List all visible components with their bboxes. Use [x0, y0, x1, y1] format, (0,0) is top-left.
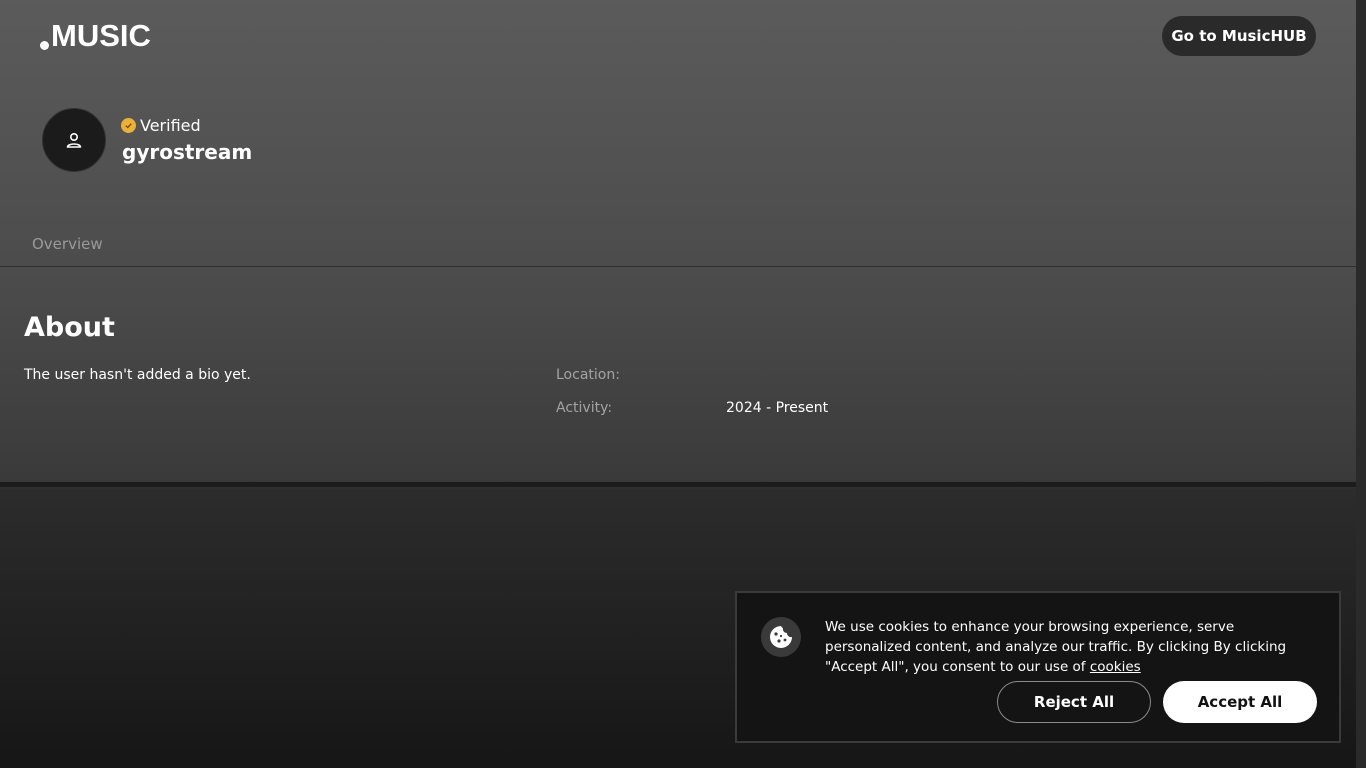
cookie-banner: We use cookies to enhance your browsing …	[735, 591, 1341, 743]
cookie-message-text: We use cookies to enhance your browsing …	[825, 619, 1287, 675]
verified-row: Verified	[122, 115, 201, 135]
location-label: Location:	[556, 367, 620, 383]
go-to-musichub-button[interactable]: Go to MusicHUB	[1162, 16, 1316, 56]
accept-all-button[interactable]: Accept All	[1163, 681, 1317, 723]
cookie-icon	[761, 617, 801, 657]
activity-value: 2024 - Present	[726, 400, 829, 416]
profile-page: MUSIC Go to MusicHUB Verified gyrostream…	[0, 0, 1356, 768]
verified-badge-icon	[122, 118, 135, 132]
cookie-message: We use cookies to enhance your browsing …	[825, 617, 1305, 677]
music-logo[interactable]: MUSIC	[40, 18, 151, 54]
avatar	[42, 108, 106, 172]
about-title: About	[24, 312, 115, 343]
logo-dot-icon	[40, 41, 49, 50]
cookies-link[interactable]: cookies	[1090, 659, 1141, 675]
user-icon	[66, 132, 82, 148]
verified-label: Verified	[140, 115, 201, 135]
tab-divider	[0, 266, 1356, 267]
tab-overview[interactable]: Overview	[32, 235, 103, 253]
bio-text: The user hasn't added a bio yet.	[24, 367, 251, 383]
reject-all-button[interactable]: Reject All	[997, 681, 1151, 723]
logo-text: MUSIC	[51, 18, 151, 53]
username: gyrostream	[122, 140, 253, 164]
activity-label: Activity:	[556, 400, 613, 416]
page-scrollbar[interactable]	[1356, 0, 1366, 768]
section-divider	[0, 482, 1356, 487]
